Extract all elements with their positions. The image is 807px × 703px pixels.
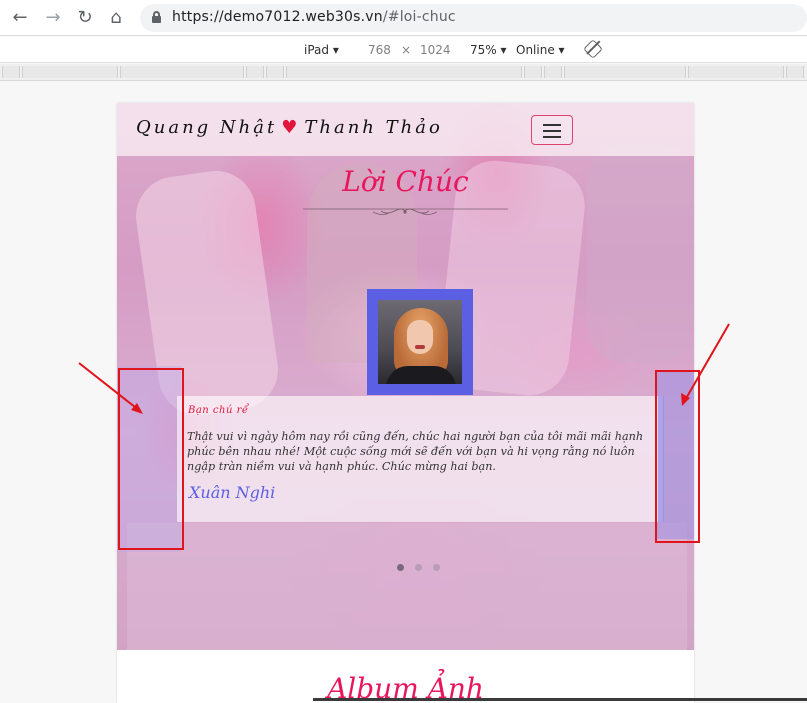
carousel-dot[interactable]	[415, 564, 422, 571]
network-select[interactable]: Online ▾	[516, 43, 565, 57]
chevron-down-icon: ▾	[500, 43, 507, 57]
device-select[interactable]: iPad ▾	[304, 43, 339, 57]
url-field[interactable]: https://demo7012.web30s.vn/#loi-chuc	[140, 4, 807, 32]
album-section: Album Ảnh	[117, 650, 694, 703]
brand-groom: Quang Nhật	[136, 117, 278, 138]
forward-arrow-icon[interactable]: →	[41, 6, 65, 30]
reload-icon[interactable]: ↻	[73, 6, 97, 30]
device-frame: Quang Nhật ♥ Thanh Thảo Lời Chúc Bạn chú…	[117, 103, 694, 703]
device-name: iPad	[304, 43, 330, 57]
rotate-icon[interactable]	[583, 39, 603, 59]
url-host: https://demo7012.web30s.vn	[172, 9, 383, 25]
annotation-box-left	[118, 368, 184, 550]
site-header: Quang Nhật ♥ Thanh Thảo	[117, 103, 694, 156]
avatar	[367, 289, 473, 395]
device-toolbar: iPad ▾ 768 × 1024 75% ▾ Online ▾	[0, 37, 807, 63]
back-arrow-icon[interactable]: ←	[8, 6, 32, 30]
testimonial-author: Bạn chú rể	[188, 405, 249, 416]
chevron-down-icon: ▾	[558, 43, 565, 57]
zoom-value: 75%	[470, 43, 497, 57]
carousel-dot[interactable]	[397, 564, 404, 571]
media-query-ruler[interactable]	[0, 64, 807, 81]
zoom-select[interactable]: 75% ▾	[470, 43, 507, 57]
ornament-divider-icon	[303, 208, 508, 215]
url-text: https://demo7012.web30s.vn/#loi-chuc	[172, 9, 456, 25]
chevron-down-icon: ▾	[332, 43, 339, 57]
avatar-photo	[378, 300, 462, 384]
width-input[interactable]: 768	[368, 43, 391, 57]
browser-address-bar: ← → ↻ ⌂ https://demo7012.web30s.vn/#loi-…	[0, 0, 807, 36]
hamburger-menu-button[interactable]	[531, 115, 573, 145]
height-input[interactable]: 1024	[420, 43, 451, 57]
network-value: Online	[516, 43, 555, 57]
carousel-dot[interactable]	[433, 564, 440, 571]
home-icon[interactable]: ⌂	[104, 6, 128, 30]
testimonial-message: Thật vui vì ngày hôm nay rồi cũng đến, c…	[187, 430, 644, 473]
heart-icon: ♥	[281, 117, 301, 138]
section-title: Lời Chúc	[342, 165, 469, 198]
brand-logo[interactable]: Quang Nhật ♥ Thanh Thảo	[136, 117, 443, 138]
dimension-separator: ×	[401, 43, 412, 57]
url-path: /#loi-chuc	[382, 9, 456, 25]
brand-bride: Thanh Thảo	[304, 117, 443, 138]
testimonial-signature: Xuân Nghi	[189, 483, 276, 502]
annotation-box-right	[655, 370, 700, 543]
lock-icon	[152, 11, 161, 23]
